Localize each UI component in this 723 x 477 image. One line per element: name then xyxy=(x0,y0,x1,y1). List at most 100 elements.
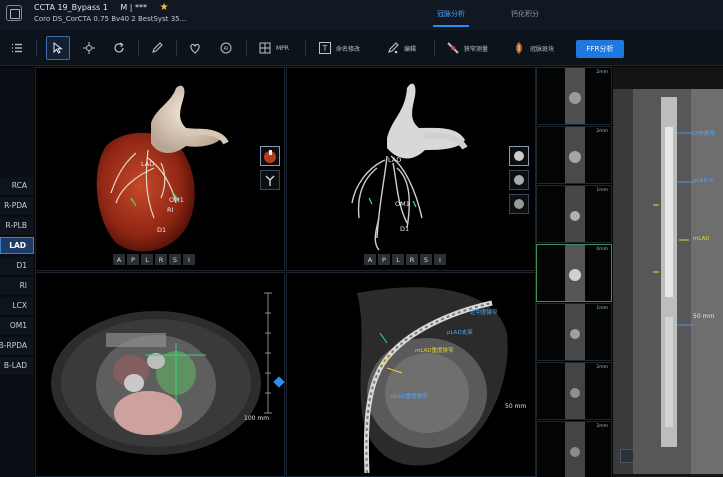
list-icon xyxy=(10,41,24,55)
pointer-tool[interactable] xyxy=(51,38,65,58)
tree-mode-thumb-3[interactable] xyxy=(509,194,529,214)
orient-i[interactable]: I xyxy=(434,254,446,265)
edit-button[interactable]: 编辑 xyxy=(386,38,416,58)
coronary-tree-view[interactable]: LAD OM1 D1 A P L R S I xyxy=(286,67,536,271)
orient-s[interactable]: S xyxy=(169,254,181,265)
straightened-vessel-view[interactable]: LMF狭窄 pLAD-S mLAD 50 mm xyxy=(613,67,723,477)
orient-i[interactable]: I xyxy=(183,254,195,265)
cpr-label-plad-severe: pLAD重度狭窄 xyxy=(391,394,428,400)
vessel-list: RCA R-PDA R-PLB LAD D1 RI LCX OM1 B-RPDA… xyxy=(0,67,34,477)
rotate-icon xyxy=(112,41,126,55)
vessel-item-rca[interactable]: RCA xyxy=(0,177,34,194)
mpr-button[interactable]: MPR xyxy=(258,38,289,58)
cross-section-cell[interactable]: 2mm xyxy=(536,67,612,125)
vessel-item-ri[interactable]: RI xyxy=(0,277,34,294)
cross-section-cell[interactable]: 2mm xyxy=(536,421,612,477)
cross-section-mm: 2mm xyxy=(596,129,608,134)
vr-orientation-bar: A P L R S I xyxy=(113,254,195,265)
mpr-label: MPR xyxy=(276,44,289,52)
mpr-icon xyxy=(258,41,272,55)
ai-tool-button[interactable]: AI xyxy=(219,38,233,58)
tab-coronary-analysis[interactable]: 冠脉分析 xyxy=(433,9,469,27)
vessel-item-om1[interactable]: OM1 xyxy=(0,317,34,334)
vr-label-ri: RI xyxy=(167,206,174,214)
series-description: Coro DS_CorCTA 0.75 Bv40 2 BestSyst 35..… xyxy=(34,15,187,23)
vessel-item-d1[interactable]: D1 xyxy=(0,257,34,274)
cross-section-cell[interactable]: 2mm xyxy=(536,362,612,420)
orient-s[interactable]: S xyxy=(420,254,432,265)
plaque-label: 冠脉斑块 xyxy=(530,45,555,53)
axial-ct-image xyxy=(51,292,272,455)
cross-section-mm: 2mm xyxy=(596,365,608,370)
tree-mode-thumb-1[interactable] xyxy=(509,146,529,166)
heart-tool-button[interactable] xyxy=(188,38,202,58)
stenosis-measure-button[interactable]: 狭窄测量 xyxy=(446,38,488,58)
heart-volume-render xyxy=(96,85,229,252)
ai-icon: AI xyxy=(219,41,233,55)
tree-label-d1: D1 xyxy=(400,225,410,233)
cpr-label-plad-stent: pLAD支架 xyxy=(447,330,473,336)
coronary-tree-render xyxy=(351,83,468,251)
axial-ct-view[interactable]: 100 mm xyxy=(35,272,285,477)
cross-section-cell[interactable]: 1mm xyxy=(536,303,612,361)
cpr-label-moderate-stenosis: 近中度狭窄 xyxy=(470,310,498,316)
cross-section-cell[interactable]: 1mm xyxy=(536,185,612,243)
text-icon: T xyxy=(318,41,332,55)
cpr-scale-label: 50 mm xyxy=(505,403,527,410)
rename-button[interactable]: T 命名修改 xyxy=(318,38,360,58)
cross-section-mm: 1mm xyxy=(596,306,608,311)
snapshot-button[interactable] xyxy=(620,449,634,463)
svg-text:T: T xyxy=(322,44,328,53)
orient-l[interactable]: L xyxy=(392,254,404,265)
orient-p[interactable]: P xyxy=(378,254,390,265)
vessel-measure-icon xyxy=(446,41,460,55)
vr-mode-thumb-color[interactable] xyxy=(260,146,280,166)
orient-r[interactable]: R xyxy=(406,254,418,265)
orient-l[interactable]: L xyxy=(141,254,153,265)
edit-icon xyxy=(386,41,400,55)
cross-section-mm: 2mm xyxy=(596,424,608,429)
draw-tool-button[interactable] xyxy=(150,38,164,58)
favorite-star-icon[interactable]: ★ xyxy=(160,2,169,13)
tree-label-lad: LAD xyxy=(388,156,402,164)
vessel-item-r-plb[interactable]: R-PLB xyxy=(0,217,34,234)
curved-mpr-image xyxy=(357,287,508,474)
vr-heart-view[interactable]: LAD OM1 RI D1 A P L R S I xyxy=(35,67,285,271)
vessel-item-lcx[interactable]: LCX xyxy=(0,297,34,314)
orient-a[interactable]: A xyxy=(113,254,125,265)
orient-r[interactable]: R xyxy=(155,254,167,265)
vessel-item-b-rpda[interactable]: B-RPDA xyxy=(0,337,34,354)
vessel-item-r-pda[interactable]: R-PDA xyxy=(0,197,34,214)
long-label-plad: pLAD-S xyxy=(693,178,714,184)
pan-tool-button[interactable] xyxy=(82,38,96,58)
axial-scale-label: 100 mm xyxy=(244,415,270,422)
pencil-icon xyxy=(150,41,164,55)
tab-calcium-score[interactable]: 钙化积分 xyxy=(511,9,539,19)
stenosis-label: 狭窄测量 xyxy=(464,45,489,53)
ffr-analysis-button[interactable]: FFR分析 xyxy=(576,40,624,58)
list-button[interactable] xyxy=(10,38,24,58)
rename-label: 命名修改 xyxy=(336,45,361,53)
cross-section-cell[interactable]: 2mm xyxy=(536,126,612,184)
orient-p[interactable]: P xyxy=(127,254,139,265)
vessel-item-b-lad[interactable]: B-LAD xyxy=(0,357,34,374)
curved-mpr-view[interactable]: 近中度狭窄 pLAD支架 mLAD重度狭窄 pLAD重度狭窄 50 mm xyxy=(286,272,536,477)
long-scale-label: 50 mm xyxy=(693,313,715,320)
cross-section-mm: 2mm xyxy=(596,70,608,75)
cross-section-strip: 2mm 2mm 1mm 0mm 1mm 2mm 2mm xyxy=(536,67,612,477)
title-bar: CCTA 19_Bypass 1 M | *** ★ Coro DS_CorCT… xyxy=(0,0,723,30)
cross-section-cell-selected[interactable]: 0mm xyxy=(536,244,612,302)
vr-mode-thumb-tree[interactable] xyxy=(260,170,280,190)
vessel-item-lad[interactable]: LAD xyxy=(0,237,34,254)
cpr-label-mlad-severe: mLAD重度狭窄 xyxy=(415,348,454,354)
orient-a[interactable]: A xyxy=(364,254,376,265)
edit-label: 编辑 xyxy=(404,45,417,53)
long-label-lmf: LMF狭窄 xyxy=(693,131,715,137)
tree-mode-thumb-2[interactable] xyxy=(509,170,529,190)
patient-meta: M | *** xyxy=(120,3,148,12)
rotate-tool-button[interactable] xyxy=(112,38,126,58)
move-icon xyxy=(82,41,96,55)
svg-text:AI: AI xyxy=(224,46,229,52)
plaque-button[interactable]: 冠脉斑块 xyxy=(512,38,554,58)
patient-name: CCTA 19_Bypass 1 xyxy=(34,3,108,12)
